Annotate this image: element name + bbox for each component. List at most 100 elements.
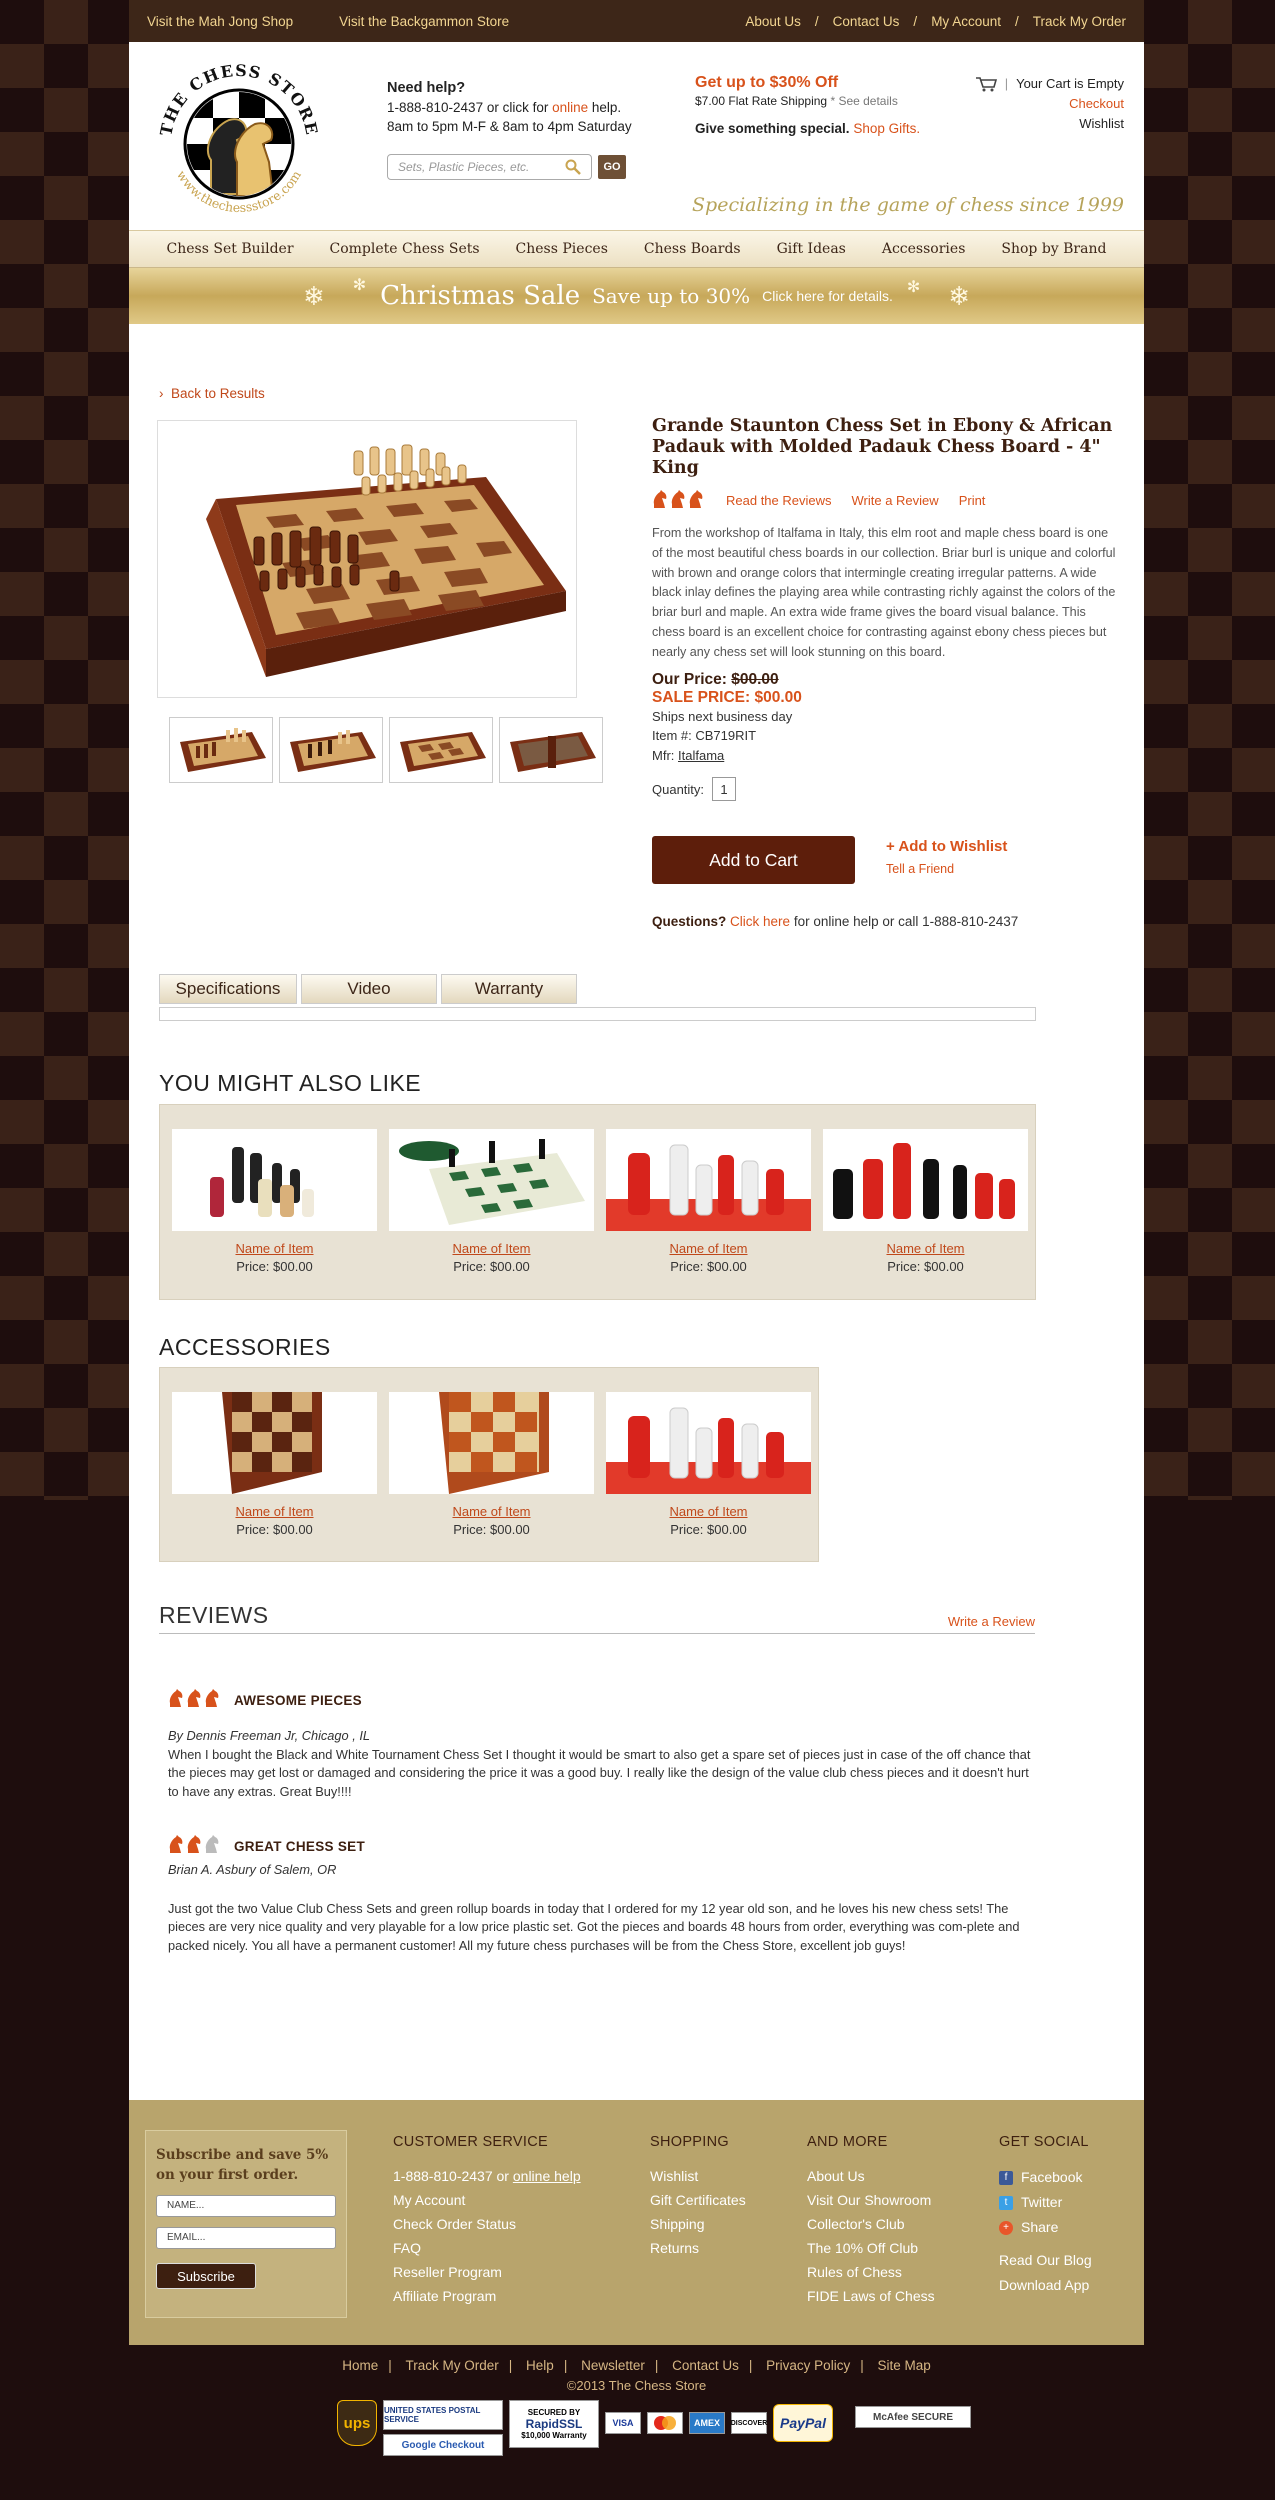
- add-to-wishlist-link[interactable]: + Add to Wishlist: [886, 838, 1007, 855]
- banner-subtitle: Save up to 30%: [592, 284, 751, 308]
- share-link[interactable]: + Share: [999, 2215, 1092, 2240]
- product-main-image[interactable]: [157, 420, 577, 698]
- footer-link[interactable]: Gift Certificates: [650, 2188, 746, 2212]
- shop-gifts-link[interactable]: Shop Gifts.: [853, 121, 920, 136]
- track-order-link[interactable]: Track My Order: [1033, 14, 1126, 29]
- thumbnail[interactable]: [499, 717, 603, 783]
- footer-link[interactable]: Collector's Club: [807, 2212, 935, 2236]
- tell-a-friend-link[interactable]: Tell a Friend: [886, 862, 954, 876]
- mfr-label: Mfr:: [652, 747, 675, 763]
- footer-track-link[interactable]: Track My Order: [406, 2358, 499, 2373]
- nav-gift-ideas[interactable]: Gift Ideas: [759, 231, 864, 267]
- item-name-link[interactable]: Name of Item: [389, 1504, 594, 1519]
- footer-privacy-link[interactable]: Privacy Policy: [766, 2358, 850, 2373]
- promo-headline[interactable]: Get up to $30% Off: [695, 74, 920, 92]
- store-logo[interactable]: THE CHESS STORE www.thechessstore.com: [151, 61, 326, 220]
- facebook-link[interactable]: f Facebook: [999, 2165, 1092, 2190]
- contact-link[interactable]: Contact Us: [833, 14, 900, 29]
- item-name-link[interactable]: Name of Item: [172, 1504, 377, 1519]
- footer-link[interactable]: Reseller Program: [393, 2260, 581, 2284]
- footer-link[interactable]: The 10% Off Club: [807, 2236, 935, 2260]
- quantity-input[interactable]: 1: [712, 777, 737, 802]
- wishlist-link[interactable]: Wishlist: [975, 114, 1124, 134]
- reviews-header: REVIEWS Write a Review: [159, 1602, 1035, 1634]
- cart-icon[interactable]: [975, 76, 997, 92]
- christmas-sale-banner[interactable]: ❄ ✻ Christmas Sale Save up to 30% Click …: [129, 268, 1144, 324]
- facebook-icon: f: [999, 2170, 1013, 2185]
- mfr-link[interactable]: Italfama: [678, 748, 724, 763]
- nav-complete-chess-sets[interactable]: Complete Chess Sets: [312, 231, 498, 267]
- account-link[interactable]: My Account: [931, 14, 1001, 29]
- subscribe-button[interactable]: Subscribe: [156, 2263, 256, 2289]
- mahjong-link[interactable]: Visit the Mah Jong Shop: [147, 14, 293, 29]
- item-name-link[interactable]: Name of Item: [389, 1241, 594, 1256]
- footer-link[interactable]: About Us: [807, 2164, 935, 2188]
- nav-chess-set-builder[interactable]: Chess Set Builder: [149, 231, 312, 267]
- rating-stars: [652, 489, 706, 512]
- write-review-link[interactable]: Write a Review: [852, 493, 939, 508]
- footer-link[interactable]: My Account: [393, 2188, 581, 2212]
- product-card[interactable]: Name of Item Price: $00.00: [389, 1129, 594, 1287]
- thumbnail[interactable]: [279, 717, 383, 783]
- item-name-link[interactable]: Name of Item: [823, 1241, 1028, 1256]
- back-to-results-link[interactable]: › Back to Results: [159, 386, 265, 401]
- footer-link[interactable]: Wishlist: [650, 2164, 746, 2188]
- nav-chess-pieces[interactable]: Chess Pieces: [498, 231, 626, 267]
- blog-link[interactable]: Read Our Blog: [999, 2248, 1092, 2273]
- product-image: [606, 1392, 811, 1494]
- product-card[interactable]: Name of Item Price: $00.00: [606, 1129, 811, 1287]
- item-name-link[interactable]: Name of Item: [606, 1504, 811, 1519]
- twitter-link[interactable]: t Twitter: [999, 2190, 1092, 2215]
- footer-link[interactable]: FIDE Laws of Chess: [807, 2284, 935, 2308]
- cart-status[interactable]: Your Cart is Empty: [1016, 74, 1124, 94]
- footer-contact-link[interactable]: Contact Us: [672, 2358, 739, 2373]
- footer-home-link[interactable]: Home: [342, 2358, 378, 2373]
- item-name-link[interactable]: Name of Item: [606, 1241, 811, 1256]
- knight-icon: [187, 1689, 201, 1707]
- search-go-button[interactable]: GO: [598, 155, 626, 179]
- footer-link[interactable]: Rules of Chess: [807, 2260, 935, 2284]
- item-name-link[interactable]: Name of Item: [172, 1241, 377, 1256]
- footer-newsletter-link[interactable]: Newsletter: [581, 2358, 645, 2373]
- see-details-link[interactable]: * See details: [830, 94, 897, 108]
- about-link[interactable]: About Us: [745, 14, 801, 29]
- footer-sitemap-link[interactable]: Site Map: [877, 2358, 930, 2373]
- help-block: Need help? 1-888-810-2437 or click for o…: [387, 78, 632, 136]
- checkout-link[interactable]: Checkout: [975, 94, 1124, 114]
- write-review-link[interactable]: Write a Review: [948, 1614, 1035, 1629]
- product-card[interactable]: Name of Item Price: $00.00: [823, 1129, 1028, 1287]
- footer-link[interactable]: Returns: [650, 2236, 746, 2260]
- footer-link[interactable]: Affiliate Program: [393, 2284, 581, 2308]
- questions-click-link[interactable]: Click here: [730, 914, 790, 929]
- backgammon-link[interactable]: Visit the Backgammon Store: [339, 14, 509, 29]
- email-field[interactable]: EMAIL...: [156, 2227, 336, 2249]
- thumbnail[interactable]: [389, 717, 493, 783]
- get-social-col: GET SOCIAL f Facebook t Twitter + Share Rea…: [999, 2130, 1092, 2298]
- footer-help-link[interactable]: Help: [526, 2358, 554, 2373]
- product-card[interactable]: Name of Item Price: $00.00: [172, 1392, 377, 1549]
- online-help-link[interactable]: online: [552, 100, 588, 115]
- download-app-link[interactable]: Download App: [999, 2273, 1092, 2298]
- tab-specifications[interactable]: Specifications: [159, 974, 297, 1004]
- footer-link[interactable]: Check Order Status: [393, 2212, 581, 2236]
- print-link[interactable]: Print: [959, 493, 986, 508]
- footer-link[interactable]: Shipping: [650, 2212, 746, 2236]
- footer-link[interactable]: FAQ: [393, 2236, 581, 2260]
- search-input[interactable]: Sets, Plastic Pieces, etc.: [387, 154, 592, 180]
- product-card[interactable]: Name of Item Price: $00.00: [389, 1392, 594, 1549]
- accessories-gallery: Name of Item Price: $00.00 Name of Item …: [159, 1367, 819, 1562]
- add-to-cart-button[interactable]: Add to Cart: [652, 836, 855, 884]
- nav-shop-by-brand[interactable]: Shop by Brand: [983, 231, 1124, 267]
- nav-accessories[interactable]: Accessories: [864, 231, 984, 267]
- online-help-link[interactable]: online help: [513, 2168, 581, 2184]
- thumbnail[interactable]: [169, 717, 273, 783]
- footer-link[interactable]: Visit Our Showroom: [807, 2188, 935, 2212]
- nav-chess-boards[interactable]: Chess Boards: [626, 231, 759, 267]
- read-reviews-link[interactable]: Read the Reviews: [726, 493, 832, 508]
- product-card[interactable]: Name of Item Price: $00.00: [606, 1392, 811, 1549]
- product-card[interactable]: Name of Item Price: $00.00: [172, 1129, 377, 1287]
- name-field[interactable]: NAME...: [156, 2195, 336, 2217]
- banner-cta: Click here for details.: [762, 288, 893, 304]
- tab-video[interactable]: Video: [301, 974, 437, 1004]
- tab-warranty[interactable]: Warranty: [441, 974, 577, 1004]
